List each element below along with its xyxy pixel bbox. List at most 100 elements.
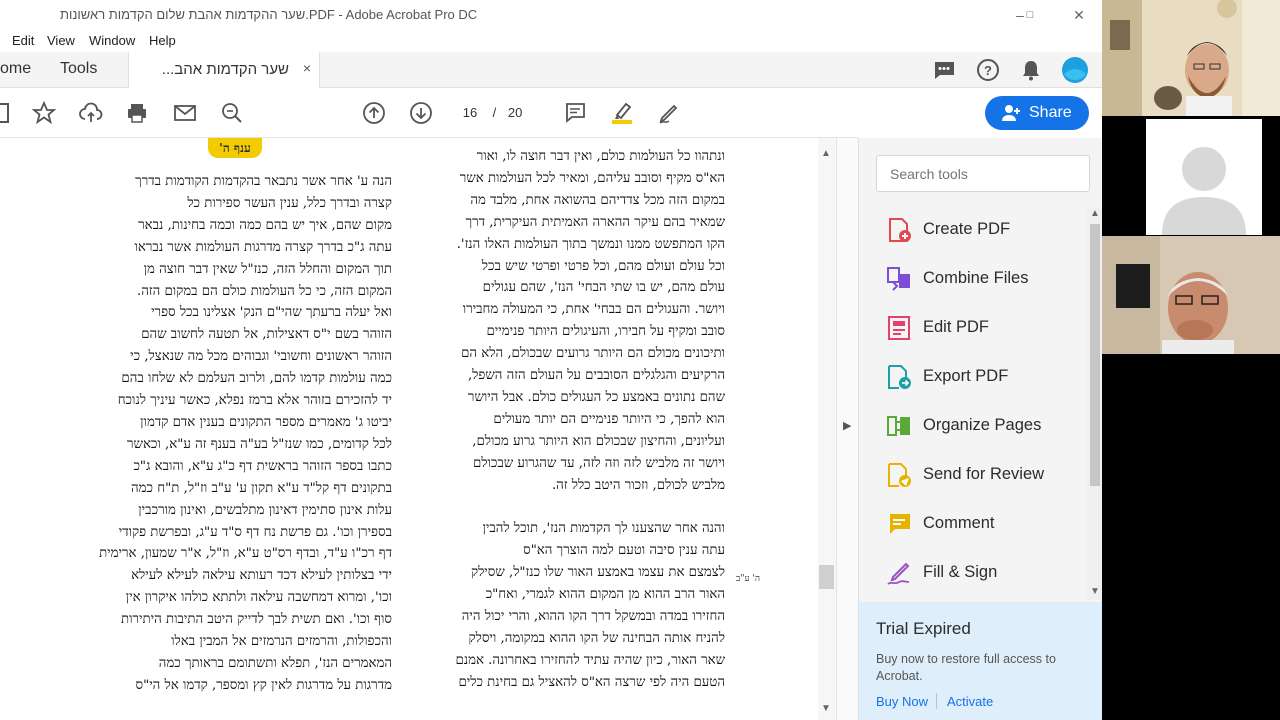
menu-window[interactable]: Window	[89, 33, 135, 48]
activate-link[interactable]: Activate	[947, 694, 993, 709]
print-icon[interactable]	[125, 101, 149, 125]
share-button[interactable]: Share	[985, 96, 1089, 130]
next-page-icon[interactable]	[409, 101, 433, 125]
send-for-review-icon	[888, 463, 911, 487]
trial-message: Buy now to restore full access to Acroba…	[876, 652, 1056, 683]
tool-export-pdf[interactable]: Export PDF	[886, 361, 1086, 393]
close-tab-icon[interactable]: ×	[303, 60, 311, 76]
buy-now-link[interactable]: Buy Now	[876, 694, 928, 709]
tool-create-pdf[interactable]: Create PDF	[886, 214, 1086, 246]
participant-video-2[interactable]	[1102, 117, 1280, 235]
document-view[interactable]: ענף ה' הנה ע' אחר אשר נתבאר בהקדמות הקוד…	[0, 138, 818, 720]
create-pdf-icon	[889, 218, 911, 242]
sign-pen-icon[interactable]	[657, 101, 681, 125]
tab-document[interactable]: שער הקדמות אהב... ×	[128, 52, 320, 88]
tool-fill-sign[interactable]: Fill & Sign	[886, 557, 1086, 589]
trial-expired-panel: Trial Expired Buy now to restore full ac…	[859, 602, 1102, 720]
user-avatar-icon[interactable]	[1061, 56, 1089, 84]
scroll-thumb[interactable]	[819, 565, 834, 589]
tool-combine-files[interactable]: Combine Files	[886, 263, 1086, 295]
participant-video-frame	[1102, 236, 1280, 354]
link-divider	[936, 693, 937, 709]
text-line	[420, 497, 725, 519]
participant-video-3[interactable]	[1102, 236, 1280, 354]
tool-edit-pdf[interactable]: Edit PDF	[886, 312, 1086, 344]
highlighter-icon[interactable]	[610, 101, 634, 125]
previous-page-icon[interactable]	[362, 101, 386, 125]
window-title: שער ההקדמות אהבת שלום הקדמות ראשונות.PDF…	[60, 7, 478, 22]
search-tools-input[interactable]	[876, 155, 1090, 192]
notification-bell-icon[interactable]	[1019, 58, 1043, 82]
text-line: מדרגות על מדרגות לאין קץ ומספר, קדמו אל …	[135, 677, 392, 693]
title-bar: שער ההקדמות אהבת שלום הקדמות ראשונות.PDF…	[0, 0, 1102, 30]
tools-pane: Create PDF Combine Files Edit PDF	[858, 138, 1102, 720]
text-line: הרקיעים והגלגלים הסובבים על העולם הזה הש…	[467, 368, 725, 384]
organize-pages-icon	[887, 416, 910, 436]
text-line: ידי בצלותין לעילא דכד רעותא עילאה לעילא …	[131, 568, 392, 584]
comment-icon	[888, 514, 910, 534]
video-participants-panel	[1102, 0, 1280, 720]
collapse-pane-handle[interactable]: ▶	[836, 138, 858, 720]
tab-tools[interactable]: Tools	[60, 60, 97, 78]
chat-icon[interactable]	[932, 58, 956, 82]
text-line: החזירו במדה ובמשקל דרך הקו ההוא, והרי יכ…	[461, 609, 725, 625]
tool-label: Create PDF	[923, 220, 1011, 238]
scroll-up-arrow-icon[interactable]: ▲	[1090, 208, 1100, 219]
text-line: עלות אינון סתימין דאינון מתלבשים, ואינון…	[138, 502, 392, 518]
scroll-thumb[interactable]	[1090, 224, 1100, 486]
svg-text:?: ?	[984, 63, 992, 78]
text-line: וכו', ומרוא דמחשבה עילאה ולתתא כולהו איק…	[125, 590, 392, 606]
text-line: ויושר זה מלביש לזה וזה לזה, עד שהגרוע שב…	[472, 455, 725, 471]
tool-organize-pages[interactable]: Organize Pages	[886, 410, 1086, 442]
upload-cloud-icon[interactable]	[79, 101, 103, 125]
text-line: סוף וכו'. ואם תשית לבך לדייק היטב התיבות…	[120, 612, 392, 628]
tool-label: Send for Review	[923, 465, 1045, 483]
tab-bar: ome Tools שער הקדמות אהב... × ?	[0, 52, 1102, 88]
collapse-arrow-icon[interactable]: ▶	[843, 419, 851, 432]
scroll-up-arrow-icon[interactable]: ▲	[821, 148, 831, 159]
fill-sign-icon	[887, 562, 910, 585]
tool-label: Edit PDF	[923, 318, 990, 336]
text-line: ויושר. והעגולים הם בבחי' אחת, כי המעולה …	[462, 302, 725, 318]
scroll-down-arrow-icon[interactable]: ▼	[1090, 586, 1100, 597]
text-line: וכל עולם ועולם מהם, וכל פרטי ופרטי שיש ב…	[481, 258, 725, 274]
bookmark-star-icon[interactable]	[32, 101, 56, 125]
tool-label: Combine Files	[923, 269, 1029, 287]
page-indicator: 16 / 20	[455, 105, 523, 120]
text-line: עתה ענין סיבה וטעם למה הוצרך הא"ס	[523, 543, 725, 559]
comment-icon[interactable]	[563, 101, 587, 125]
menu-edit[interactable]: Edit	[12, 33, 34, 48]
text-line: שמאיר בהם עיקר ההארה האמיתית העיקרית, דר…	[465, 214, 725, 230]
document-tab-label: שער הקדמות אהב...	[161, 61, 289, 78]
text-line: הזוהר בשם י"ס דאצילות, אל תטעה לחשוב שהם	[141, 327, 392, 343]
close-window-button[interactable]: ✕	[1069, 5, 1089, 25]
total-pages: 20	[507, 105, 523, 120]
text-line: תוך המקום והחלל הזה, כנז"ל שאין דבר חוצה…	[143, 261, 392, 277]
text-line: האור הרב ההוא מן המקום ההוא לגמרי, ואח"כ	[485, 587, 725, 603]
tool-send-for-review[interactable]: Send for Review	[886, 459, 1086, 491]
participant-video-1[interactable]	[1102, 0, 1280, 116]
scroll-down-arrow-icon[interactable]: ▼	[821, 703, 831, 714]
tools-pane-scrollbar[interactable]: ▲ ▼	[1087, 208, 1102, 600]
menu-view[interactable]: View	[47, 33, 75, 48]
tool-comment[interactable]: Comment	[886, 508, 1086, 540]
text-line: קצרה ובדרך כלל, ענין העשר ספירות כל	[187, 195, 392, 211]
text-line: ועליונים, והחיצון שבכולם הוא היותר גרוע …	[472, 433, 725, 449]
text-line: הזוהר ראשונים וחשובי' וגבוהים מכל מה שנא…	[130, 349, 392, 365]
text-line: המאמרים הנז', תפלא ותשתומם בראותך כמה	[158, 655, 392, 671]
menu-help[interactable]: Help	[149, 33, 176, 48]
save-icon[interactable]	[0, 101, 12, 125]
text-line: והנה אחר שהצענו לך הקדמות הנז', תוכל להב…	[482, 521, 725, 537]
text-line: הוא להפך, כי היותר פנימיים הם יותר מעולי…	[493, 411, 725, 427]
help-icon[interactable]: ?	[976, 58, 1000, 82]
page-separator: /	[492, 105, 497, 120]
email-icon[interactable]	[173, 101, 197, 125]
document-scrollbar[interactable]: ▲ ▼	[818, 138, 836, 720]
tab-home[interactable]: ome	[0, 60, 31, 78]
text-line: הקו המתפשט ממנו ונמשך בתוך העולמות האלו …	[456, 236, 725, 252]
text-line: יד להזכירם בזוהר אלא ברמז נפלא, כאשר עינ…	[117, 393, 392, 409]
current-page-input[interactable]: 16	[455, 105, 485, 120]
zoom-search-icon[interactable]	[220, 101, 244, 125]
maximize-button[interactable]: □	[1020, 5, 1040, 25]
text-line: הטעם היה לפי שרצה הא"ס להאציל גם בחינת כ…	[458, 674, 725, 690]
